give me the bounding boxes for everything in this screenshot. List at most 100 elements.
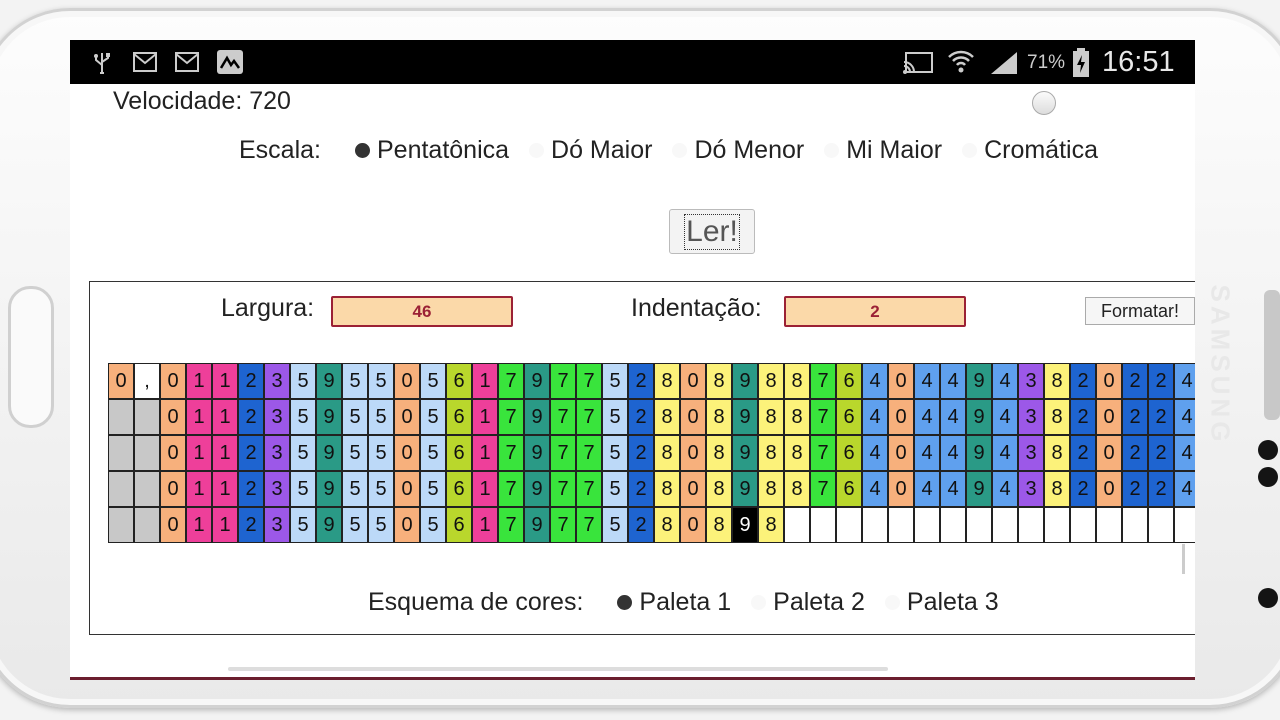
digit-cell: 7: [498, 399, 524, 435]
digit-cell: 3: [1018, 435, 1044, 471]
radio-cromatica[interactable]: [962, 143, 978, 158]
radio-do-menor[interactable]: [672, 143, 688, 158]
scale-option[interactable]: Pentatônica: [377, 136, 509, 165]
scale-option[interactable]: Dó Maior: [551, 136, 652, 165]
digit-cell: 7: [498, 471, 524, 507]
digit-cell: 5: [342, 507, 368, 543]
digit-cell: 4: [1174, 435, 1195, 471]
volume-key[interactable]: [1264, 290, 1280, 420]
empty-cell: [1044, 507, 1070, 543]
empty-cell: [836, 507, 862, 543]
battery-icon: [1073, 48, 1089, 77]
digit-cell: 9: [316, 471, 342, 507]
digit-cell: 7: [550, 435, 576, 471]
palette-option[interactable]: Paleta 2: [773, 588, 865, 617]
digit-cell: 8: [1044, 471, 1070, 507]
digit-cell: 7: [810, 399, 836, 435]
digit-cell: 5: [368, 399, 394, 435]
digit-cell: 8: [706, 507, 732, 543]
format-button[interactable]: Formatar!: [1085, 297, 1195, 325]
empty-cell: [940, 507, 966, 543]
radio-do-maior[interactable]: [529, 143, 545, 158]
digit-cell: 1: [186, 399, 212, 435]
digit-cell: 8: [784, 471, 810, 507]
digit-cell: 0: [1096, 435, 1122, 471]
digit-cell: 0: [888, 471, 914, 507]
digit-cell: 3: [264, 363, 290, 399]
digit-cell: 7: [550, 471, 576, 507]
digit-cell: 5: [420, 363, 446, 399]
radio-paleta-1[interactable]: [617, 595, 633, 610]
wifi-icon: [948, 50, 974, 73]
digit-cell: 4: [1174, 471, 1195, 507]
palette-option[interactable]: Paleta 3: [907, 588, 999, 617]
scale-option[interactable]: Cromática: [984, 136, 1098, 165]
scale-option[interactable]: Dó Menor: [694, 136, 804, 165]
digit-cell: 2: [628, 435, 654, 471]
page-scrollbar[interactable]: [228, 667, 888, 671]
digit-cell: 4: [862, 435, 888, 471]
empty-cell: [862, 507, 888, 543]
sensor-dot: [1258, 588, 1278, 608]
digit-cell: 5: [368, 507, 394, 543]
radio-mi-maior[interactable]: [824, 143, 840, 158]
digit-grid: 0,01123595505617977528089887640449438202…: [108, 363, 1195, 545]
width-label: Largura:: [221, 294, 315, 322]
digit-cell: 5: [290, 399, 316, 435]
radio-paleta-2[interactable]: [751, 595, 767, 610]
empty-cell: [1018, 507, 1044, 543]
radio-paleta-3[interactable]: [884, 595, 900, 610]
empty-cell: [1148, 507, 1174, 543]
width-input[interactable]: 46: [331, 296, 513, 327]
digit-cell: 4: [862, 399, 888, 435]
digit-cell: 7: [576, 435, 602, 471]
digit-cell: 9: [524, 399, 550, 435]
digit-cell: 6: [836, 399, 862, 435]
digit-cell: 9: [732, 471, 758, 507]
digit-cell: 9: [732, 435, 758, 471]
indent-input[interactable]: 2: [784, 296, 966, 327]
gmail-icon: [133, 52, 157, 72]
digit-cell: 8: [758, 507, 784, 543]
scale-selector: Escala: Pentatônica Dó Maior Dó Menor Mi…: [239, 136, 1098, 165]
digit-cell: 8: [1044, 399, 1070, 435]
palette-option[interactable]: Paleta 1: [639, 588, 731, 617]
digit-cell: 4: [914, 471, 940, 507]
digit-cell: 0: [394, 471, 420, 507]
empty-cell: [1122, 507, 1148, 543]
grid-scrollbar[interactable]: [1182, 544, 1185, 574]
digit-cell: 7: [810, 435, 836, 471]
radio-pentatonica[interactable]: [354, 143, 370, 158]
digit-cell: 0: [394, 363, 420, 399]
digit-cell: 0: [680, 363, 706, 399]
indent-label: Indentação:: [631, 294, 762, 322]
digit-cell: 5: [368, 363, 394, 399]
digit-cell: 1: [186, 507, 212, 543]
digit-cell: 3: [264, 471, 290, 507]
digit-cell: 0: [160, 363, 186, 399]
home-button[interactable]: [8, 286, 54, 428]
digit-cell: 8: [784, 435, 810, 471]
digit-cell: 2: [1070, 471, 1096, 507]
digit-cell: 5: [368, 435, 394, 471]
screen: 71% 16:51 Velocidade: 720 Escala: Pentat…: [70, 40, 1195, 680]
speed-radio[interactable]: [1032, 91, 1056, 115]
digit-cell: 9: [316, 507, 342, 543]
digit-cell: 0: [888, 363, 914, 399]
digit-cell: 7: [550, 363, 576, 399]
scale-option[interactable]: Mi Maior: [846, 136, 942, 165]
digit-cell: 1: [472, 399, 498, 435]
digit-cell: 5: [290, 363, 316, 399]
digit-cell: 0: [680, 471, 706, 507]
digit-cell: 2: [628, 471, 654, 507]
digit-cell: 4: [914, 399, 940, 435]
digit-cell: 9: [732, 363, 758, 399]
gutter-cell: [134, 399, 160, 435]
empty-cell: [914, 507, 940, 543]
read-button[interactable]: Ler!: [669, 209, 755, 254]
digit-cell: 6: [446, 399, 472, 435]
digit-cell: 8: [706, 363, 732, 399]
digit-cell: 8: [1044, 435, 1070, 471]
digit-cell: 7: [498, 363, 524, 399]
cursor-cell: 9: [732, 507, 758, 543]
